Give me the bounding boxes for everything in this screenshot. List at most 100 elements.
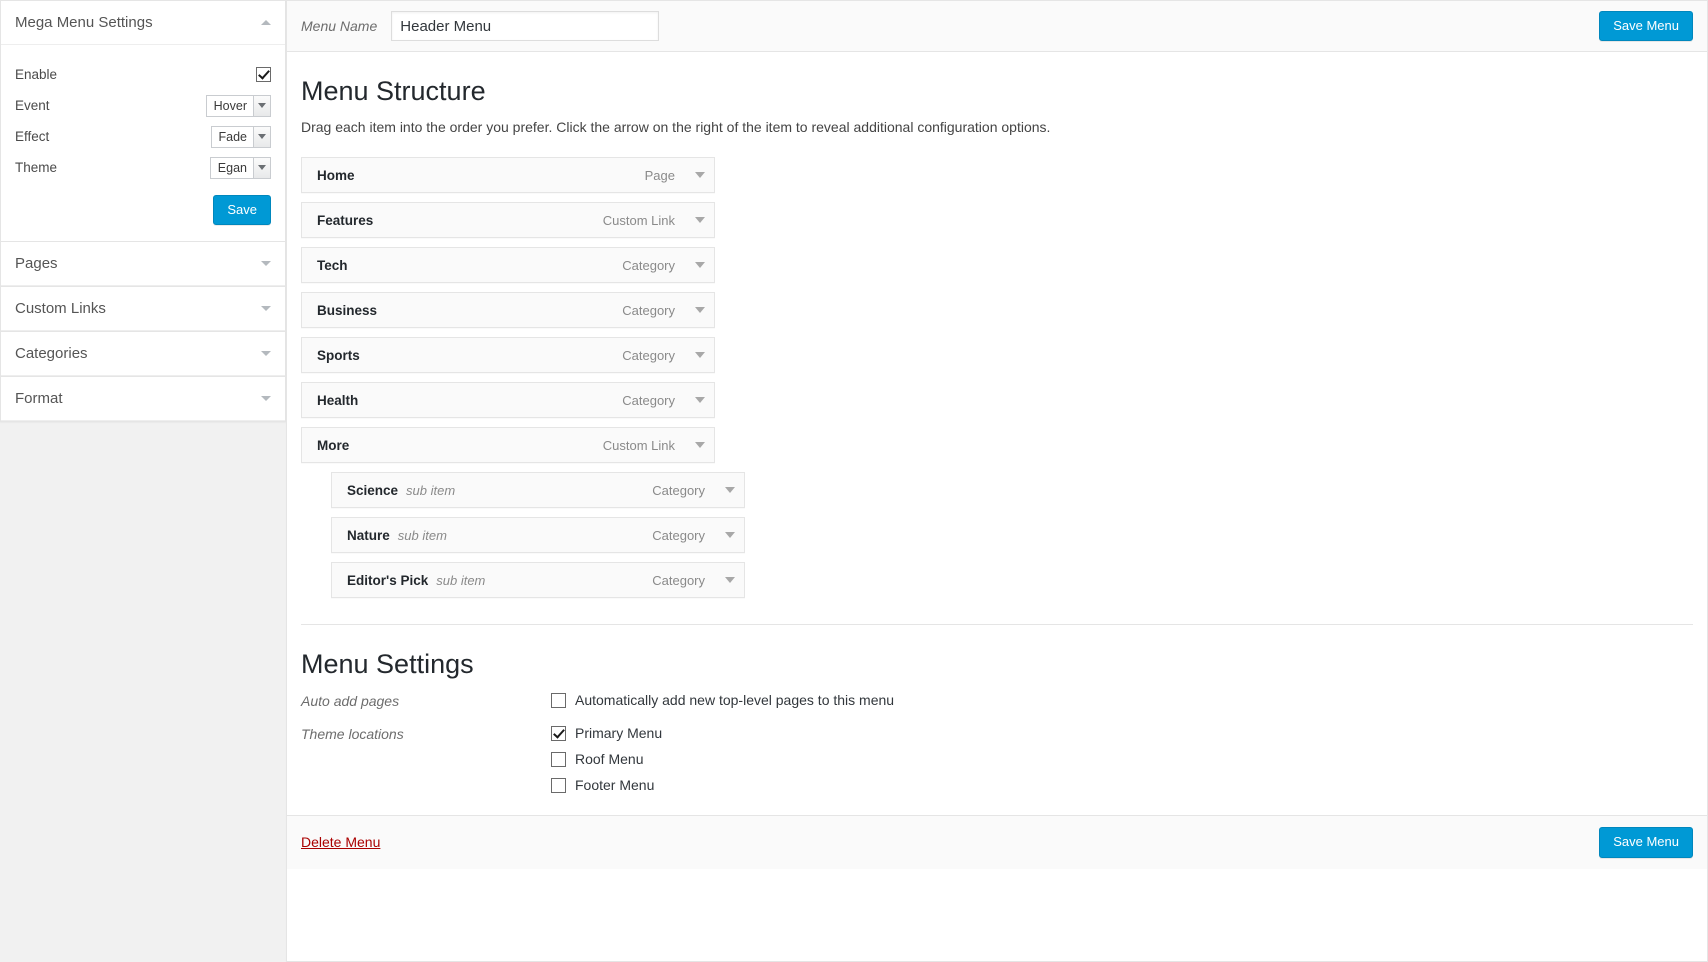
chevron-down-icon[interactable] [716,518,744,552]
menu-item-box[interactable]: Editor's Picksub itemCategory [331,562,745,598]
menu-item-title: Features [317,213,373,228]
sidebar-save-wrap: Save [15,195,271,225]
save-menu-button-bottom[interactable]: Save Menu [1599,827,1693,857]
chevron-down-icon[interactable] [261,351,271,356]
enable-row: Enable [15,59,271,90]
menu-item-box[interactable]: Features Custom Link [301,202,715,238]
chevron-down-icon[interactable] [686,248,714,282]
sidebar-panels: PagesCustom Links Categories Format [0,241,286,422]
chevron-down-icon[interactable] [716,563,744,597]
menu-item-box[interactable]: MoreCustom Link [301,427,715,463]
delete-menu-link[interactable]: Delete Menu [301,834,380,850]
event-select[interactable]: Hover [206,95,271,117]
menu-item[interactable]: Tech Category [301,247,1693,283]
theme-select[interactable]: Egan [210,157,271,179]
menu-item-type: Category [622,348,675,363]
chevron-down-icon[interactable] [686,338,714,372]
menu-item-title: Science [347,483,398,498]
sidebar-panel-header[interactable]: Categories [1,332,285,376]
sidebar-save-button[interactable]: Save [213,195,271,225]
menu-item-box[interactable]: HealthCategory [301,382,715,418]
menu-item-type: Custom Link [603,438,675,453]
chevron-down-icon[interactable] [261,306,271,311]
event-label: Event [15,98,50,113]
chevron-down-icon[interactable] [686,158,714,192]
theme-location-checkbox[interactable] [551,726,566,741]
theme-location-checkbox[interactable] [551,752,566,767]
menu-editor-page: Mega Menu Settings Enable Event Hover Ef… [0,0,1708,962]
auto-add-pages-checkbox-line[interactable]: Automatically add new top-level pages to… [551,692,1693,708]
mega-menu-settings-header[interactable]: Mega Menu Settings [1,1,285,45]
sidebar-panel-header[interactable]: Custom Links [1,287,285,331]
sidebar-panel-header[interactable]: Pages [1,242,285,286]
menu-item-box[interactable]: Sports Category [301,337,715,373]
menu-item-box[interactable]: BusinessCategory [301,292,715,328]
effect-row: Effect Fade [15,121,271,152]
menu-item[interactable]: MoreCustom Link [301,427,1693,463]
effect-label: Effect [15,129,49,144]
chevron-down-icon[interactable] [686,383,714,417]
menu-item-box[interactable]: Tech Category [301,247,715,283]
theme-location-line[interactable]: Roof Menu [551,751,1693,767]
chevron-down-icon[interactable] [253,158,270,178]
theme-location-checkbox[interactable] [551,778,566,793]
save-menu-button-top[interactable]: Save Menu [1599,11,1693,41]
menu-item-box[interactable]: HomePage [301,157,715,193]
menu-item-title: Editor's Pick [347,573,428,588]
menu-item-title: Sports [317,348,360,363]
menu-name-input[interactable] [391,11,659,41]
menu-item[interactable]: HomePage [301,157,1693,193]
menu-item-box[interactable]: Naturesub itemCategory [331,517,745,553]
sidebar-panel-format: Format [0,376,286,422]
chevron-down-icon[interactable] [686,293,714,327]
enable-checkbox[interactable] [256,67,271,82]
chevron-down-icon[interactable] [253,96,270,116]
auto-add-pages-control: Automatically add new top-level pages to… [551,692,1693,708]
menu-item[interactable]: Science sub item Category [331,472,1693,508]
menu-item-title: Tech [317,258,348,273]
event-row: Event Hover [15,90,271,121]
sidebar-panel-title: Categories [15,345,88,362]
auto-add-pages-text: Automatically add new top-level pages to… [575,692,894,708]
menu-item[interactable]: Editor's Picksub itemCategory [331,562,1693,598]
enable-label: Enable [15,67,57,82]
auto-add-pages-checkbox[interactable] [551,693,566,708]
theme-locations-control: Primary Menu Roof Menu Footer Menu [551,725,1693,793]
menu-item-type: Category [652,573,705,588]
menu-item[interactable]: Sports Category [301,337,1693,373]
chevron-down-icon[interactable] [261,261,271,266]
menu-item-type: Custom Link [603,213,675,228]
theme-locations-row: Theme locations Primary MenuRoof MenuFoo… [301,725,1693,793]
chevron-down-icon[interactable] [261,396,271,401]
theme-location-line[interactable]: Footer Menu [551,777,1693,793]
theme-location-line[interactable]: Primary Menu [551,725,1693,741]
menu-item[interactable]: HealthCategory [301,382,1693,418]
menu-item-type: Category [622,258,675,273]
menu-item-title: Health [317,393,358,408]
chevron-down-icon[interactable] [686,203,714,237]
effect-select-value: Fade [212,127,254,147]
main-content: Menu Name Save Menu Menu Structure Drag … [286,0,1708,962]
menu-item[interactable]: BusinessCategory [301,292,1693,328]
theme-label: Theme [15,160,57,175]
chevron-up-icon[interactable] [261,20,271,25]
menu-item-box[interactable]: Science sub item Category [331,472,745,508]
menu-item-title: Nature [347,528,390,543]
menu-item-type: Category [652,483,705,498]
effect-select[interactable]: Fade [211,126,272,148]
sidebar-panel-header[interactable]: Format [1,377,285,421]
menu-item[interactable]: Features Custom Link [301,202,1693,238]
mega-menu-settings-body: Enable Event Hover Effect Fade [1,45,285,241]
menu-item-type: Category [652,528,705,543]
chevron-down-icon[interactable] [686,428,714,462]
menu-item[interactable]: Naturesub itemCategory [331,517,1693,553]
menu-item-sub-label: sub item [406,483,455,498]
auto-add-pages-row: Auto add pages Automatically add new top… [301,692,1693,709]
theme-row: Theme Egan [15,152,271,183]
sidebar: Mega Menu Settings Enable Event Hover Ef… [0,0,286,962]
menu-name-label: Menu Name [301,18,377,34]
theme-location-label: Footer Menu [575,777,654,793]
menu-item-title: Business [317,303,377,318]
chevron-down-icon[interactable] [716,473,744,507]
chevron-down-icon[interactable] [253,127,270,147]
